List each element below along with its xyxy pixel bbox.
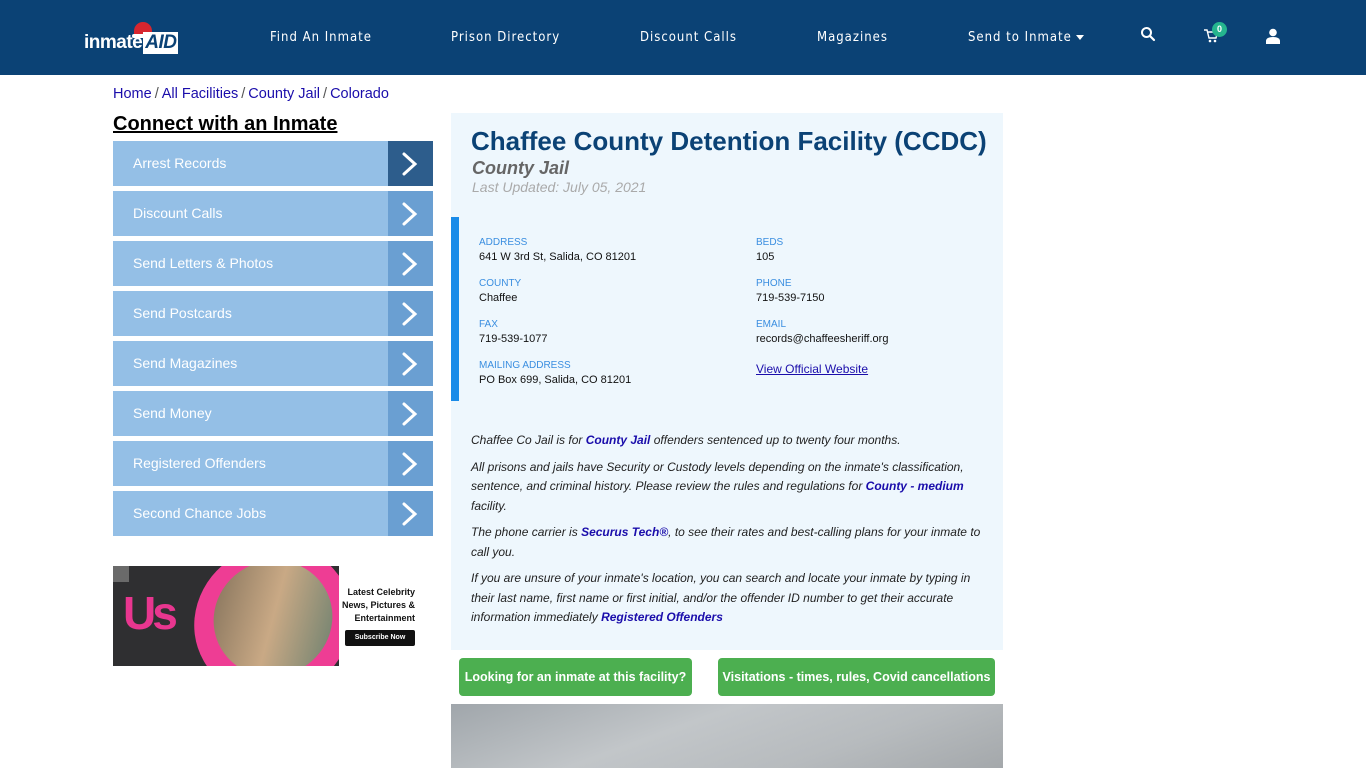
ad-brand-logo: Us xyxy=(123,587,178,639)
nav-send-to-inmate[interactable]: Send to Inmate xyxy=(968,30,1084,45)
user-icon[interactable] xyxy=(1266,28,1286,48)
sidebar-item-discount-calls[interactable]: Discount Calls xyxy=(113,191,433,236)
beds-value: 105 xyxy=(756,251,775,263)
ad-headline: Latest Celebrity News, Pictures & Entert… xyxy=(341,587,415,623)
chevron-right-icon xyxy=(388,141,433,186)
ad-corner xyxy=(113,566,129,582)
info-accent-bar xyxy=(451,217,459,401)
search-icon[interactable] xyxy=(1140,26,1160,46)
inmateaid-logo[interactable]: inmate AID xyxy=(84,22,180,56)
county-field: COUNTY Chaffee xyxy=(479,278,521,304)
breadcrumb-county-jail[interactable]: County Jail xyxy=(248,86,320,102)
beds-label: BEDS xyxy=(756,237,784,248)
county-jail-link[interactable]: County Jail xyxy=(586,433,651,447)
address-label: ADDRESS xyxy=(479,237,528,248)
sidebar-item-label: Send Postcards xyxy=(133,305,232,321)
phone-field: PHONE 719-539-7150 xyxy=(756,278,825,304)
desc-text: The phone carrier is xyxy=(471,525,582,539)
sidebar-item-label: Arrest Records xyxy=(133,155,227,171)
phone-value: 719-539-7150 xyxy=(756,292,825,304)
facility-description: Chaffee Co Jail is for County Jail offen… xyxy=(471,431,991,635)
chevron-right-icon xyxy=(388,291,433,336)
address-field: ADDRESS 641 W 3rd St, Salida, CO 81201 xyxy=(479,237,636,263)
sidebar-item-label: Send Magazines xyxy=(133,355,238,371)
find-inmate-at-facility-button[interactable]: Looking for an inmate at this facility? xyxy=(459,658,692,696)
fax-label: FAX xyxy=(479,319,498,330)
visitations-button[interactable]: Visitations - times, rules, Covid cancel… xyxy=(718,658,995,696)
sidebar-item-label: Registered Offenders xyxy=(133,455,266,471)
top-navbar: inmate AID Find An Inmate Prison Director… xyxy=(0,0,1366,75)
email-value: records@chaffeesheriff.org xyxy=(756,333,889,345)
official-website-link[interactable]: View Official Website xyxy=(756,362,868,376)
breadcrumb-separator: / xyxy=(323,86,328,102)
email-label: EMAIL xyxy=(756,319,787,330)
securus-tech-link[interactable]: Securus Tech® xyxy=(581,525,668,539)
chevron-right-icon xyxy=(388,241,433,286)
nav-magazines[interactable]: Magazines xyxy=(817,30,888,45)
sidebar-item-send-magazines[interactable]: Send Magazines xyxy=(113,341,433,386)
sidebar-menu: Arrest Records Discount Calls Send Lette… xyxy=(113,141,433,541)
chevron-right-icon xyxy=(388,441,433,486)
desc-text: Chaffee Co Jail is for xyxy=(471,433,586,447)
nav-discount-calls[interactable]: Discount Calls xyxy=(640,30,737,45)
sidebar-item-label: Send Money xyxy=(133,405,212,421)
sidebar-item-send-money[interactable]: Send Money xyxy=(113,391,433,436)
us-weekly-ad-banner[interactable]: Us Latest Celebrity News, Pictures & Ent… xyxy=(113,566,423,666)
last-updated: Last Updated: July 05, 2021 xyxy=(472,179,647,195)
sidebar-item-registered-offenders[interactable]: Registered Offenders xyxy=(113,441,433,486)
sidebar-title[interactable]: Connect with an Inmate xyxy=(113,113,337,136)
facility-title: Chaffee County Detention Facility (CCDC) xyxy=(471,126,987,156)
chevron-right-icon xyxy=(388,341,433,386)
breadcrumb-separator: / xyxy=(154,86,159,102)
nav-send-to-inmate-label: Send to Inmate xyxy=(968,30,1072,45)
cart-count-badge: 0 xyxy=(1212,22,1227,37)
sidebar-item-send-letters-photos[interactable]: Send Letters & Photos xyxy=(113,241,433,286)
sidebar-item-label: Discount Calls xyxy=(133,205,223,221)
beds-field: BEDS 105 xyxy=(756,237,783,263)
desc-paragraph: The phone carrier is Securus Tech®, to s… xyxy=(471,523,991,562)
sidebar-item-label: Second Chance Jobs xyxy=(133,505,267,521)
facility-type: County Jail xyxy=(472,158,570,178)
county-value: Chaffee xyxy=(479,292,518,304)
breadcrumb-home[interactable]: Home xyxy=(113,86,152,102)
breadcrumb-colorado[interactable]: Colorado xyxy=(330,86,389,102)
desc-paragraph: All prisons and jails have Security or C… xyxy=(471,458,991,517)
chevron-right-icon xyxy=(388,391,433,436)
nav-find-inmate[interactable]: Find An Inmate xyxy=(270,30,372,45)
fax-field: FAX 719-539-1077 xyxy=(479,319,548,345)
sidebar-item-send-postcards[interactable]: Send Postcards xyxy=(113,291,433,336)
mailing-address-field: MAILING ADDRESS PO Box 699, Salida, CO 81… xyxy=(479,360,631,386)
breadcrumb: Home / All Facilities / County Jail / Colorado xyxy=(113,86,389,102)
mailing-address-label: MAILING ADDRESS xyxy=(479,360,571,371)
email-field: EMAIL records@chaffeesheriff.org xyxy=(756,319,888,345)
logo-text: inmate xyxy=(84,32,143,53)
ad-subscribe-button[interactable]: Subscribe Now xyxy=(345,630,415,646)
chevron-right-icon xyxy=(388,191,433,236)
facility-photo xyxy=(451,704,1003,768)
sidebar-item-second-chance-jobs[interactable]: Second Chance Jobs xyxy=(113,491,433,536)
nav-prison-directory[interactable]: Prison Directory xyxy=(451,30,560,45)
chevron-right-icon xyxy=(388,491,433,536)
sidebar-item-label: Send Letters & Photos xyxy=(133,255,274,271)
county-medium-link[interactable]: County - medium xyxy=(866,479,964,493)
website-field: View Official Website xyxy=(756,362,868,376)
mailing-address-value: PO Box 699, Salida, CO 81201 xyxy=(479,374,632,386)
desc-text: facility. xyxy=(471,498,507,513)
phone-label: PHONE xyxy=(756,278,792,289)
desc-text: offenders sentenced up to twenty four mo… xyxy=(650,433,901,447)
desc-paragraph: Chaffee Co Jail is for County Jail offen… xyxy=(471,431,991,451)
county-label: COUNTY xyxy=(479,278,522,289)
breadcrumb-all-facilities[interactable]: All Facilities xyxy=(162,86,239,102)
logo-accent: AID xyxy=(143,32,179,54)
registered-offenders-link[interactable]: Registered Offenders xyxy=(601,610,723,624)
fax-value: 719-539-1077 xyxy=(479,333,548,345)
breadcrumb-separator: / xyxy=(241,86,246,102)
sidebar-item-arrest-records[interactable]: Arrest Records xyxy=(113,141,433,186)
caret-down-icon xyxy=(1075,35,1084,40)
address-value: 641 W 3rd St, Salida, CO 81201 xyxy=(479,251,637,263)
desc-paragraph: If you are unsure of your inmate's locat… xyxy=(471,569,991,628)
